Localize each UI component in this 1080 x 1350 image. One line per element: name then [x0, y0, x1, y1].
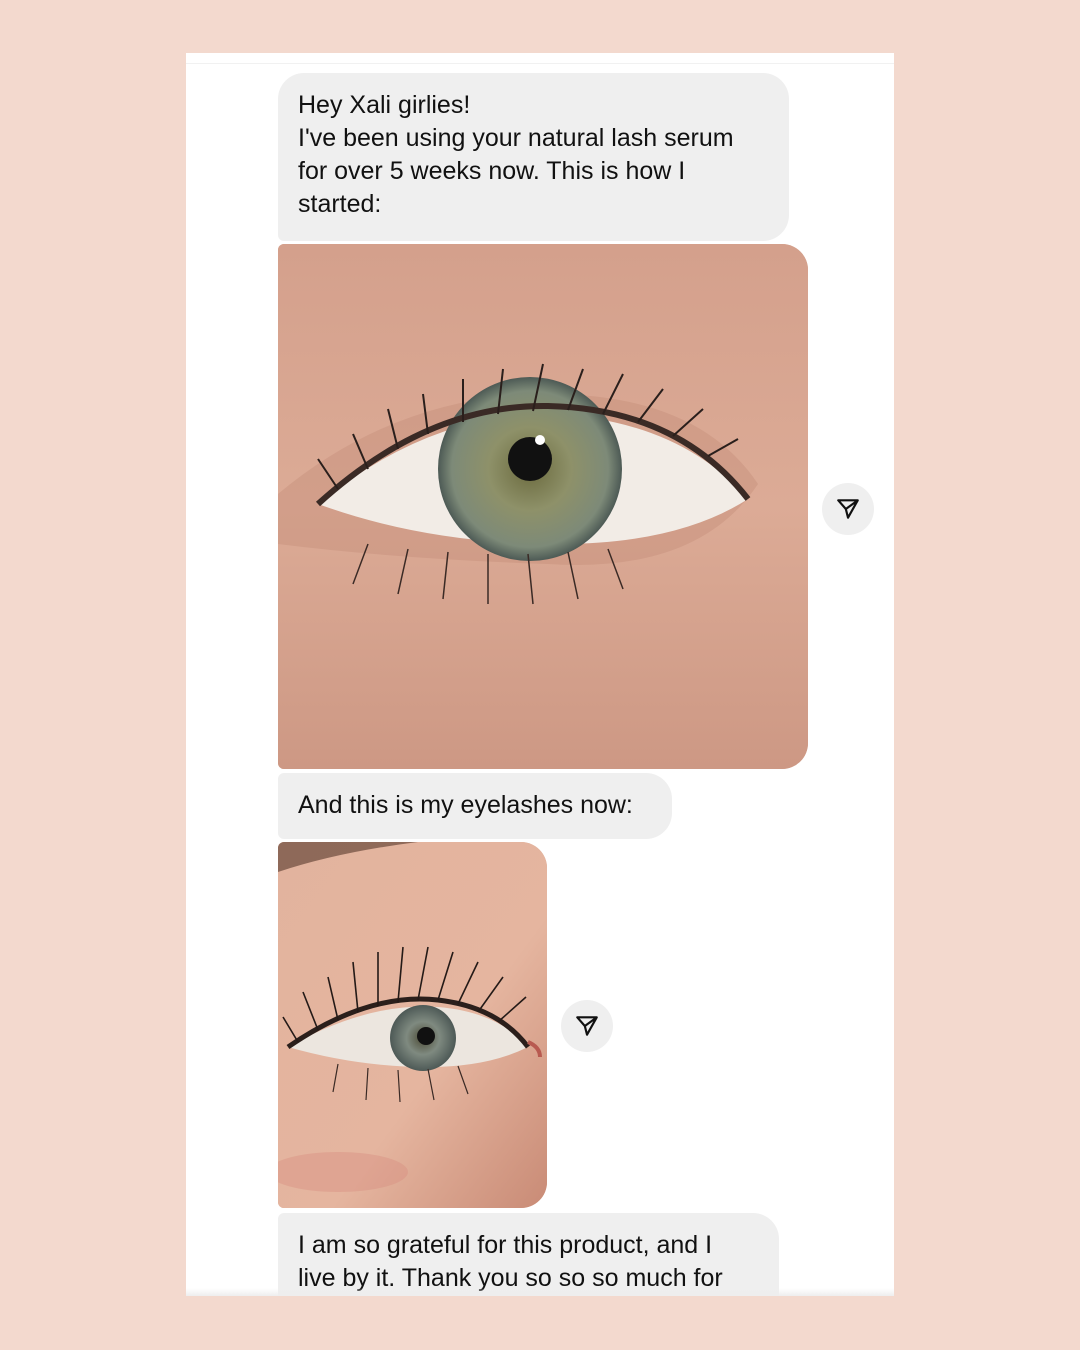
share-button[interactable]	[561, 1000, 613, 1052]
before-eye-photo[interactable]	[278, 244, 808, 769]
send-arrow-icon	[576, 1016, 598, 1036]
message-line: I've been using your natural lash serum	[298, 124, 734, 152]
message-line: And this is my eyelashes now:	[298, 791, 633, 819]
message-bubble-thanks[interactable]: I am so grateful for this product, and I…	[278, 1213, 779, 1296]
send-arrow-icon	[837, 499, 859, 519]
message-bubble-intro[interactable]: Hey Xali girlies! I've been using your n…	[278, 73, 789, 241]
message-line: started:	[298, 190, 382, 218]
message-bubble-now[interactable]: And this is my eyelashes now:	[278, 773, 672, 839]
eye-photo-illustration	[278, 244, 808, 769]
message-line: for over 5 weeks now. This is how I	[298, 157, 686, 185]
after-eye-photo[interactable]	[278, 842, 547, 1208]
bottom-edge	[186, 1288, 894, 1296]
top-divider	[186, 63, 894, 64]
message-line: Hey Xali girlies!	[298, 91, 471, 119]
message-line: I am so grateful for this product, and I	[298, 1231, 713, 1259]
eye-photo-illustration	[278, 842, 547, 1208]
chat-screen: Hey Xali girlies! I've been using your n…	[186, 53, 894, 1296]
share-button[interactable]	[822, 483, 874, 535]
